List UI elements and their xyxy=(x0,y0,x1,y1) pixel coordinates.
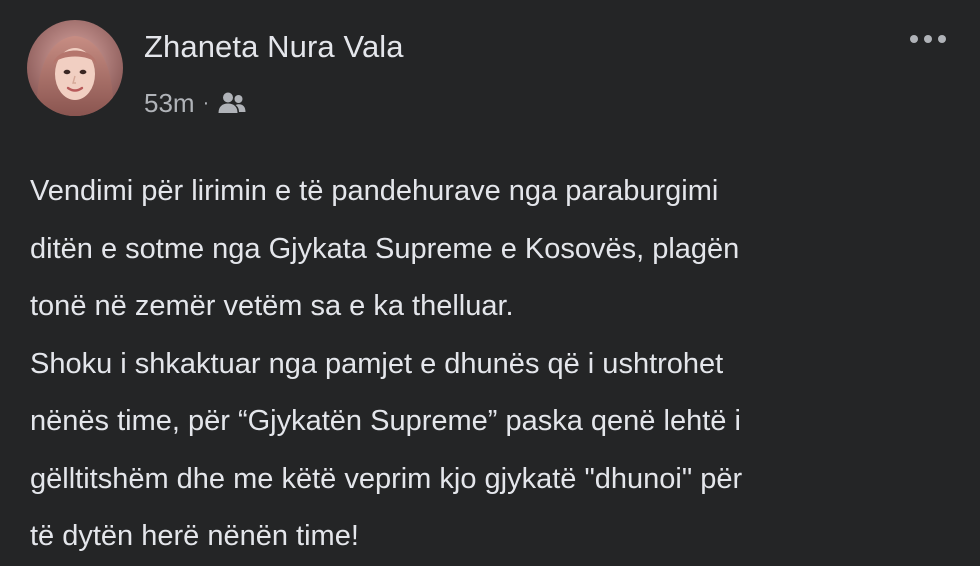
profile-avatar[interactable] xyxy=(27,20,123,116)
post-text-line: ditën e sotme nga Gjykata Supreme e Koso… xyxy=(30,232,740,265)
post-meta: 53m · xyxy=(144,86,247,120)
more-options-button[interactable] xyxy=(904,24,952,54)
post-body: Vendimi për lirimin e të pandehurave nga… xyxy=(30,163,970,566)
meta-separator: · xyxy=(202,91,210,114)
author-name[interactable]: Zhaneta Nura Vala xyxy=(144,28,404,66)
friends-icon[interactable] xyxy=(217,90,247,116)
post-text-line: Vendimi për lirimin e të pandehurave nga… xyxy=(30,175,719,207)
more-options-icon xyxy=(910,35,946,43)
post-text-line: të dytën herë nënën time! xyxy=(30,520,359,552)
profile-photo xyxy=(27,20,123,116)
post-text-line: Shoku i shkaktuar nga pamjet e dhunës që… xyxy=(30,347,724,380)
post-text-line: tonë në zemër vetëm sa e ka thelluar. xyxy=(30,290,514,322)
facebook-post: Zhaneta Nura Vala 53m · Vendimi për liri… xyxy=(0,0,980,552)
post-text-line: nënës time, për “Gjykatën Supreme” paska… xyxy=(30,405,741,437)
post-timestamp[interactable]: 53m xyxy=(144,86,195,120)
post-text-line: gëlltitshëm dhe me këtë veprim kjo gjyka… xyxy=(30,462,743,495)
